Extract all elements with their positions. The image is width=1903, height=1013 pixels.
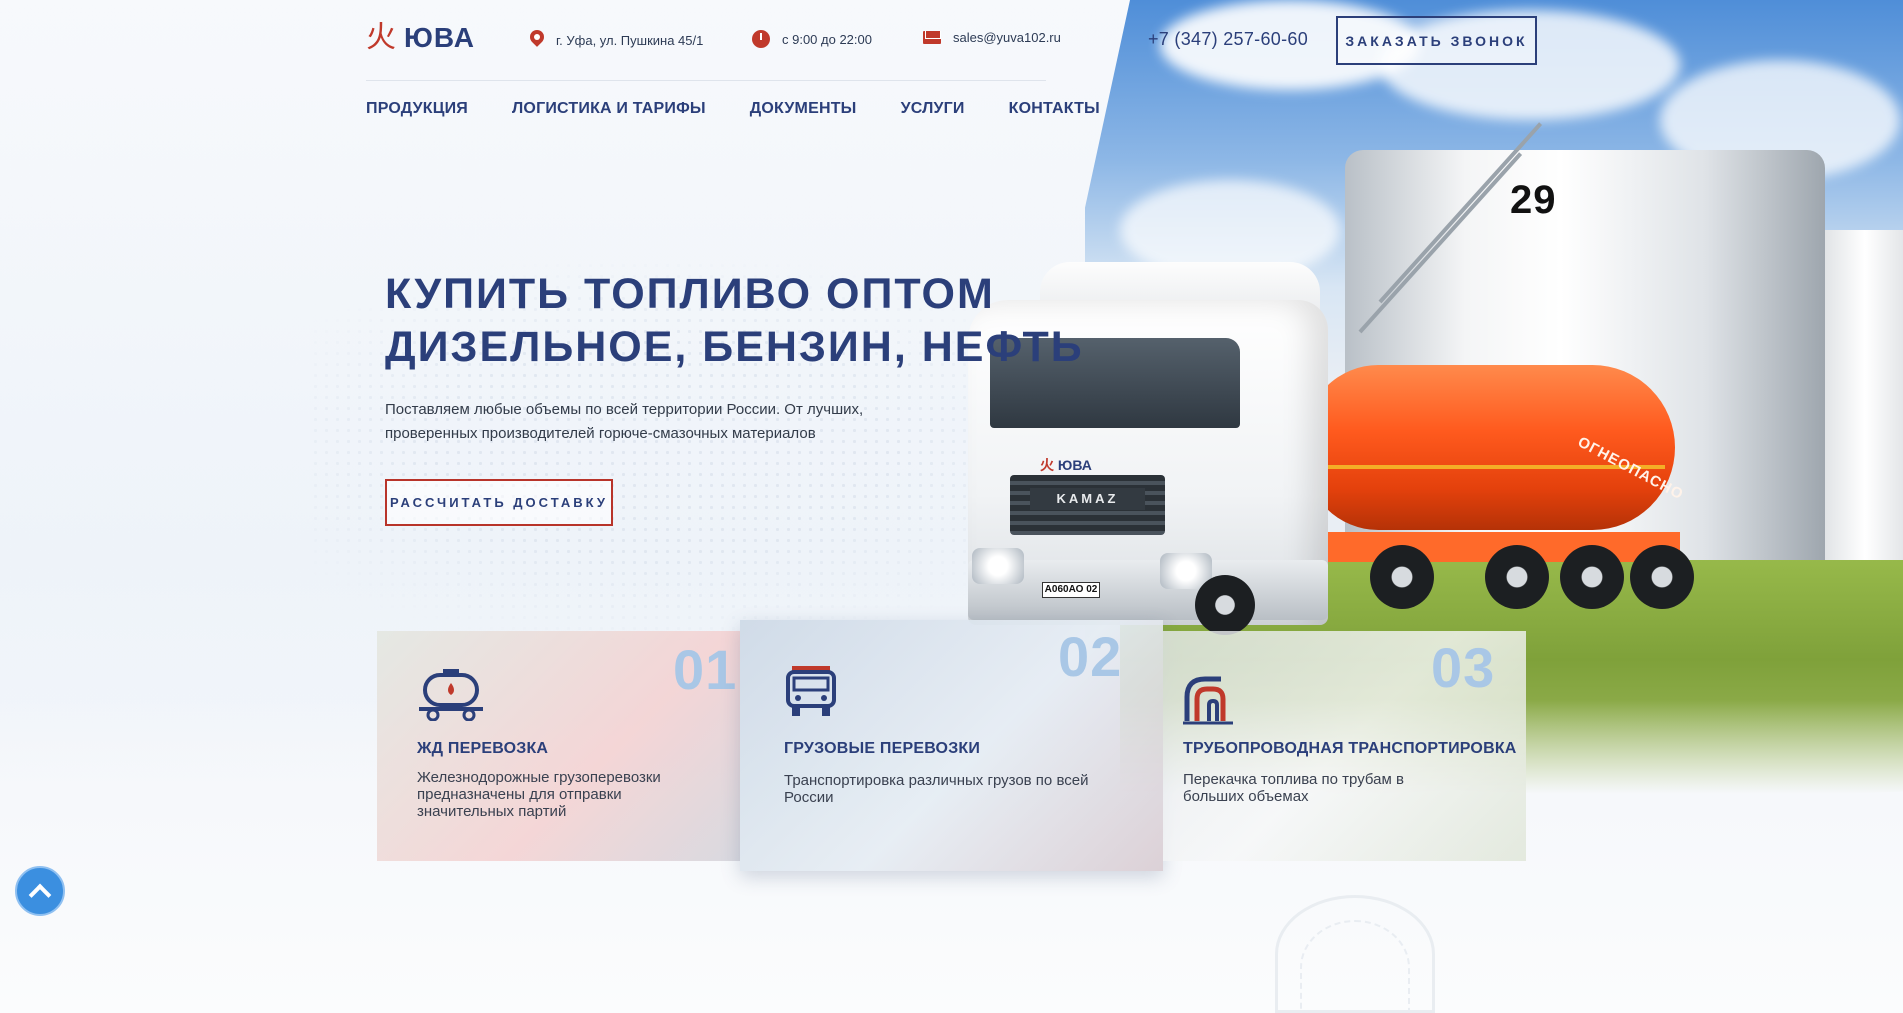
storage-tank [1345,150,1825,620]
email-link[interactable]: sales@yuva102.ru [953,30,1061,45]
card-number: 01 [673,638,738,701]
logo-mark: 火 [366,20,396,55]
hours-text: с 9:00 до 22:00 [782,31,872,47]
pipeline-icon [1183,676,1233,725]
service-card-trucking[interactable]: 02 ГРУЗОВЫЕ ПЕРЕВОЗКИ Транспортировка ра… [740,620,1163,871]
rail-tank-icon [419,669,483,721]
nav-item-products[interactable]: ПРОДУКЦИЯ [366,100,468,118]
mail-icon [923,31,941,44]
card-title: ТРУБОПРОВОДНАЯ ТРАНСПОРТИРОВКА [1183,740,1517,757]
card-title: ГРУЗОВЫЕ ПЕРЕВОЗКИ [784,740,981,757]
hero-title-line1: КУПИТЬ ТОПЛИВО ОПТОМ [385,270,995,318]
nav-item-services[interactable]: УСЛУГИ [901,100,965,118]
logo[interactable]: 火 ЮВА [366,22,475,54]
service-card-rail[interactable]: 01 ЖД ПЕРЕВОЗКА Железнодорожные грузопер… [377,631,740,861]
storage-tank-small [1790,230,1903,630]
tank-number: 29 [1510,178,1557,222]
location-pin-icon [530,30,544,50]
nav-divider [366,80,1046,81]
email[interactable]: sales@yuva102.ru [923,30,1061,45]
nav-item-documents[interactable]: ДОКУМЕНТЫ [750,100,857,118]
main-nav: ПРОДУКЦИЯ ЛОГИСТИКА И ТАРИФЫ ДОКУМЕНТЫ У… [366,100,1100,118]
card-text: Железнодорожные грузоперевозки предназна… [417,769,661,820]
address: г. Уфа, ул. Пушкина 45/1 [530,30,703,50]
hero-lead: Поставляем любые объемы по всей территор… [385,401,864,442]
scroll-to-top-button[interactable] [15,866,65,916]
hero-title: КУПИТЬ ТОПЛИВО ОПТОМ ДИЗЕЛЬНОЕ, БЕНЗИН, … [385,268,1084,374]
nav-item-contacts[interactable]: КОНТАКТЫ [1009,100,1100,118]
service-card-pipeline[interactable]: 03 ТРУБОПРОВОДНАЯ ТРАНСПОРТИРОВКА Перека… [1163,631,1526,861]
calculate-delivery-button[interactable]: РАССЧИТАТЬ ДОСТАВКУ [385,479,613,526]
card-text: Перекачка топлива по трубам в больших об… [1183,771,1404,805]
working-hours: с 9:00 до 22:00 [752,30,872,48]
clock-icon [752,30,770,48]
headlight [1160,553,1212,589]
sky [1085,0,1903,640]
hero-title-line2: ДИЗЕЛЬНОЕ, БЕНЗИН, НЕФТЬ [385,323,1084,371]
truck-icon [786,666,836,716]
nav-item-logistics[interactable]: ЛОГИСТИКА И ТАРИФЫ [512,100,706,118]
phone-link[interactable]: +7 (347) 257-60-60 [1148,29,1308,50]
card-number: 02 [1058,625,1123,688]
callback-button[interactable]: ЗАКАЗАТЬ ЗВОНОК [1336,16,1537,65]
address-text: г. Уфа, ул. Пушкина 45/1 [556,32,704,48]
card-text: Транспортировка различных грузов по всей… [784,772,1089,806]
card-number: 03 [1431,636,1496,699]
chevron-up-icon [28,883,52,907]
card-title: ЖД ПЕРЕВОЗКА [417,740,549,757]
background-decoration [1300,920,1410,1013]
logo-text: ЮВА [404,22,475,53]
trailer-warning-text: ОГНЕОПАСНО [1574,433,1687,504]
fuel-trailer [1305,365,1675,530]
